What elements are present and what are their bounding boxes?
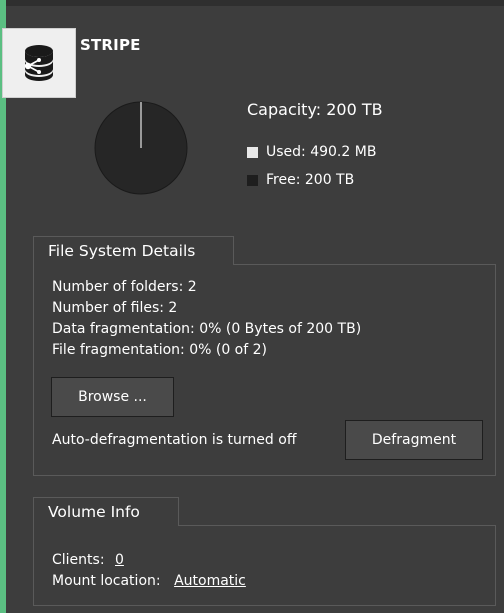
free-label: Free: 200 TB	[266, 172, 355, 188]
top-strip	[6, 0, 504, 6]
volume-info-title: Volume Info	[33, 497, 179, 526]
files-count: Number of files: 2	[52, 300, 178, 316]
mount-location-link[interactable]: Automatic	[174, 573, 246, 589]
auto-defrag-status: Auto-defragmentation is turned off	[52, 432, 297, 448]
legend-free: Free: 200 TB	[247, 172, 354, 188]
clients-row: Clients: 0	[52, 552, 124, 568]
volume-icon-tile	[2, 28, 76, 98]
file-fragmentation: File fragmentation: 0% (0 of 2)	[52, 342, 267, 358]
clients-link[interactable]: 0	[115, 552, 124, 568]
legend-used: Used: 490.2 MB	[247, 144, 376, 160]
browse-button[interactable]: Browse ...	[51, 377, 174, 417]
mount-location-row: Mount location: Automatic	[52, 573, 246, 589]
used-label: Used: 490.2 MB	[266, 144, 377, 160]
data-fragmentation: Data fragmentation: 0% (0 Bytes of 200 T…	[52, 321, 362, 337]
database-network-icon	[24, 45, 53, 81]
defragment-button[interactable]: Defragment	[345, 420, 483, 460]
free-swatch	[247, 174, 258, 186]
capacity-pie-chart	[94, 101, 188, 195]
clients-label: Clients:	[52, 552, 105, 568]
mount-location-label: Mount location:	[52, 573, 161, 589]
folders-count: Number of folders: 2	[52, 279, 197, 295]
capacity-label: Capacity: 200 TB	[247, 100, 383, 119]
file-system-details-title: File System Details	[33, 236, 234, 265]
volume-name: STRIPE	[80, 36, 141, 54]
used-swatch	[247, 146, 258, 158]
